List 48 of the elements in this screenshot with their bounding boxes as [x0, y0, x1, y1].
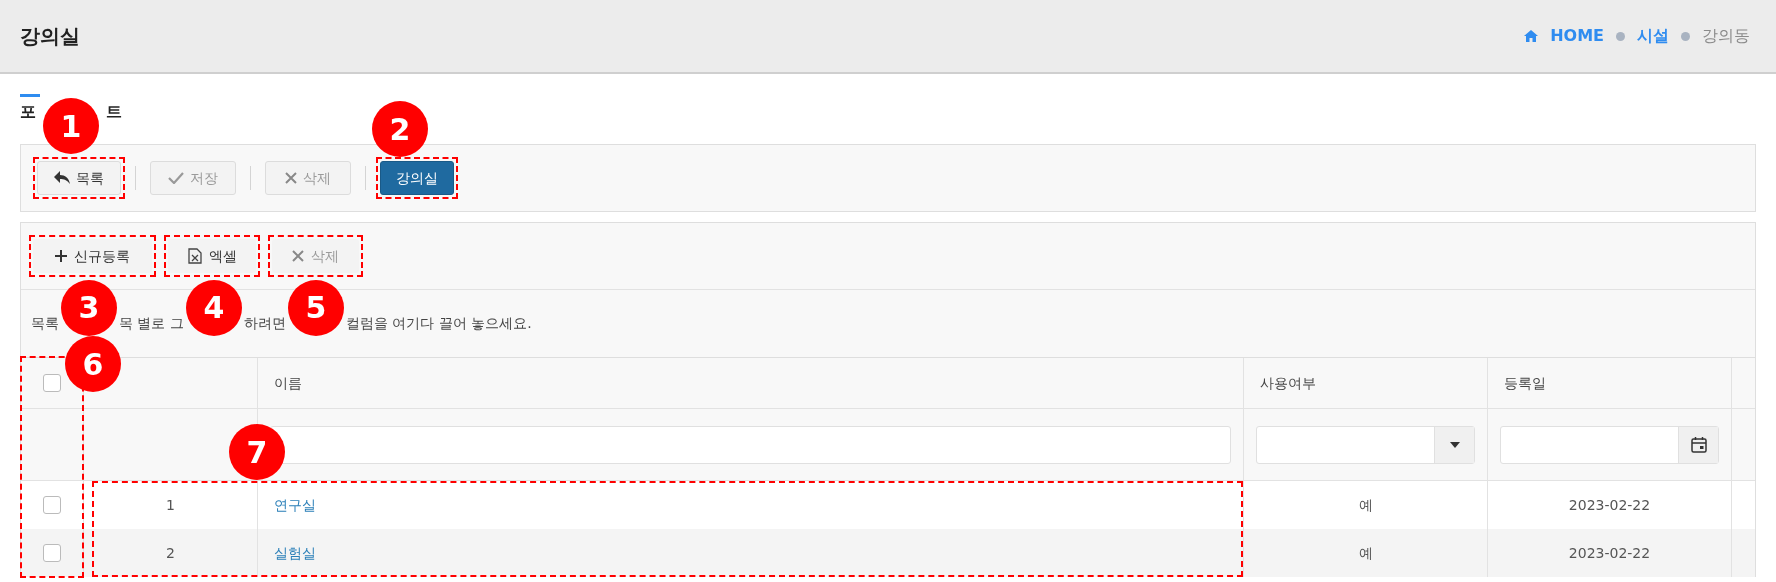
reply-arrow-icon	[54, 171, 70, 185]
table-cell-text: 2023-02-22	[1568, 543, 1651, 563]
column-header[interactable]: 사용여부	[1260, 372, 1316, 394]
column-header[interactable]: 이름	[274, 372, 302, 394]
breadcrumb-link[interactable]: 시설	[1637, 24, 1669, 48]
column-header[interactable]: 등록일	[1504, 372, 1546, 394]
breadcrumb-link[interactable]: HOME	[1550, 24, 1604, 48]
callout-marker: 1	[43, 98, 99, 154]
caret-icon	[1449, 441, 1460, 448]
group-hint-text: 컬럼을 여기다 끌어 놓으세요.	[345, 314, 532, 333]
name-link[interactable]: 실험실	[274, 542, 316, 564]
filter-dropdown[interactable]	[1256, 425, 1475, 464]
breadcrumb-link[interactable]: 강의동	[1702, 24, 1750, 48]
close-icon	[292, 250, 304, 262]
checkbox[interactable]	[43, 496, 61, 514]
bullet-icon	[1681, 31, 1690, 41]
table-cell-text: 예	[1358, 543, 1373, 563]
filter-field[interactable]	[270, 425, 1231, 464]
plus-icon	[55, 250, 67, 262]
group-hint-text: 하려면	[243, 314, 286, 333]
table-cell-text: 1	[166, 495, 175, 515]
date-filter-field[interactable]	[1500, 425, 1719, 464]
callout-marker: 4	[185, 279, 242, 336]
name-link[interactable]: 연구실	[274, 494, 316, 516]
section-title: 트	[106, 101, 122, 123]
page-title: 강의실	[20, 23, 80, 50]
table-cell-text: 2	[166, 543, 175, 563]
spreadsheet-file-icon	[187, 248, 202, 264]
checkbox[interactable]	[43, 544, 61, 562]
home-icon	[1524, 30, 1539, 42]
callout-marker: 5	[287, 279, 344, 336]
table-cell-text: 2023-02-22	[1568, 495, 1651, 515]
checkbox[interactable]	[43, 374, 61, 392]
bullet-icon	[1616, 31, 1625, 41]
callout-marker: 2	[372, 101, 428, 157]
calendar-icon	[1690, 436, 1707, 453]
group-hint-text: 목록	[31, 314, 59, 333]
callout-marker: 3	[61, 279, 117, 336]
group-hint-text: 목 별로 그	[119, 314, 184, 333]
title-accent-bar	[20, 94, 40, 97]
toolbar-button[interactable]: 신규등록	[33, 239, 152, 273]
check-icon	[168, 172, 184, 184]
section-title: 포	[20, 101, 36, 123]
toolbar-button[interactable]: 엑셀	[168, 239, 256, 273]
table-cell-text: 예	[1358, 495, 1373, 515]
primary-button[interactable]: 강의실	[380, 161, 454, 195]
close-icon	[285, 172, 297, 184]
toolbar-button[interactable]: 목록	[37, 161, 121, 195]
